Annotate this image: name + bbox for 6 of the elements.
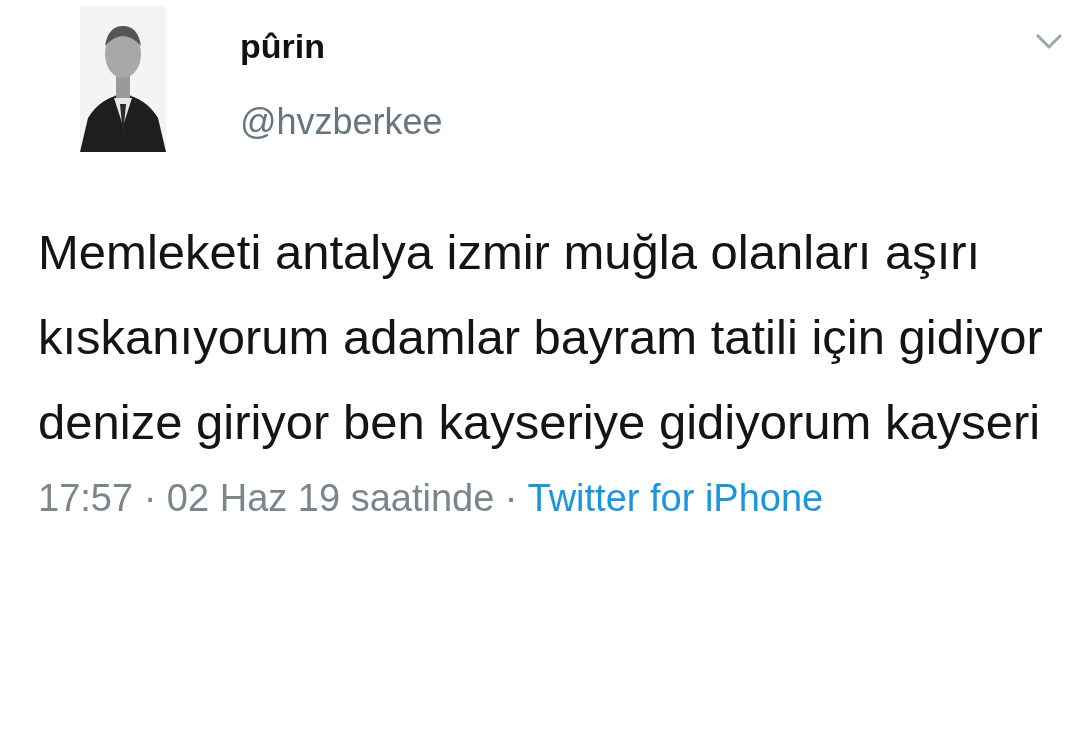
chevron-down-icon[interactable] [1034,32,1064,50]
tweet-text: Memleketi antalya izmir muğla olanları aşırı kıskanıyorum adamlar bayram tatili için gidiyor denize giriyor ben kayseriye gidiyorum kayseri [38,224,1044,451]
display-name: pûrin [240,26,326,66]
source-link[interactable]: Twitter for iPhone [527,473,824,523]
user-handle: @hvzberkee [240,100,443,144]
tweet-timestamp: 17:57 · 02 Haz 19 saatinde · [38,476,518,521]
